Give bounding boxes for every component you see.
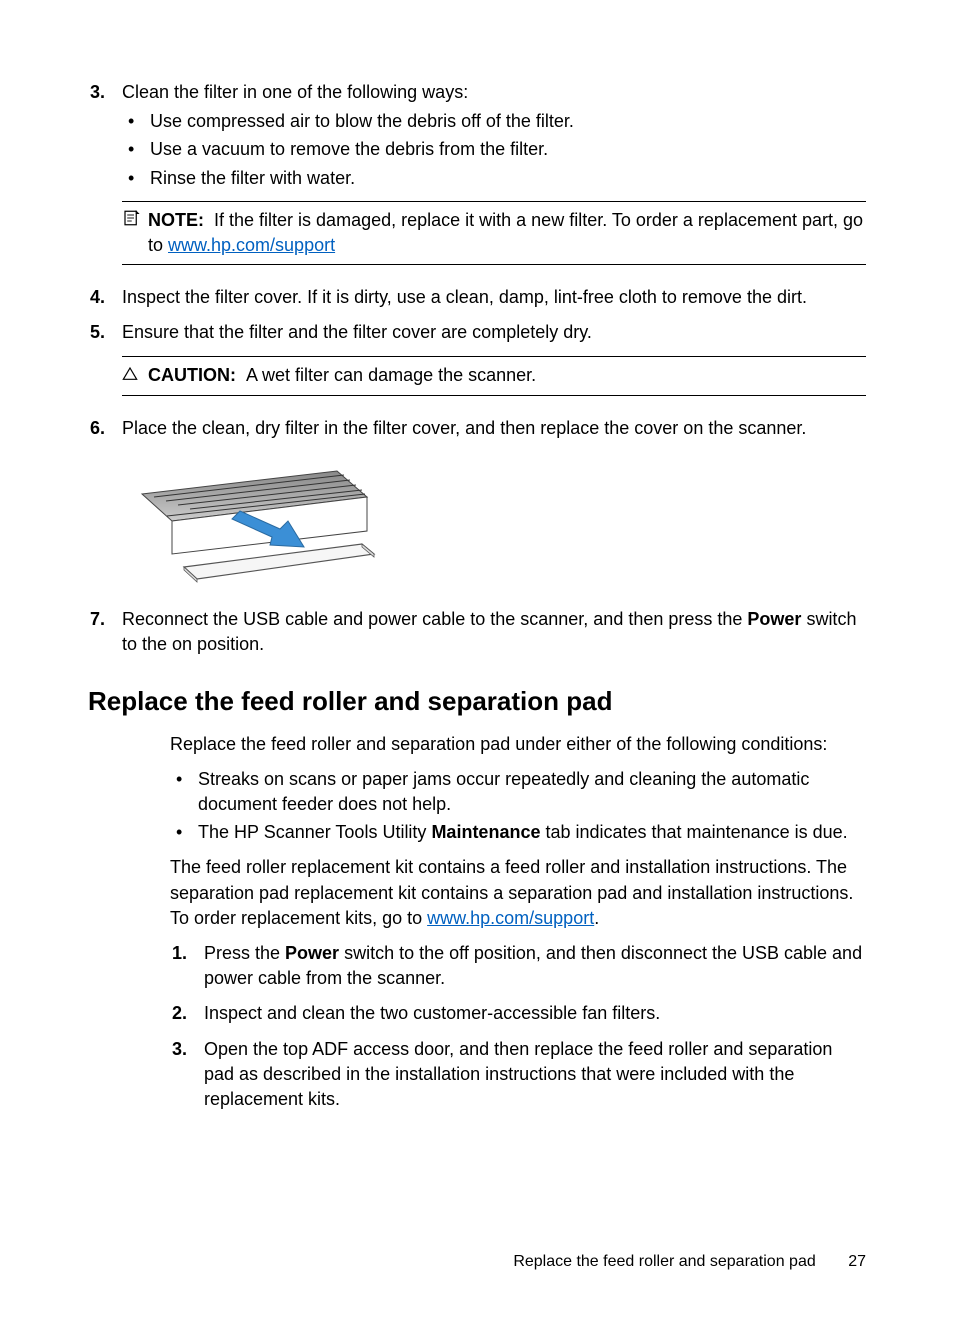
support-link[interactable]: www.hp.com/support <box>427 908 594 928</box>
step-4: 4. Inspect the filter cover. If it is di… <box>88 285 866 310</box>
condition-bullets: •Streaks on scans or paper jams occur re… <box>170 767 866 846</box>
bullet-bold: Maintenance <box>431 822 540 842</box>
footer-page-number: 27 <box>848 1253 866 1270</box>
step-number: 3. <box>88 80 122 105</box>
sec-step-3: 3. Open the top ADF access door, and the… <box>170 1037 866 1113</box>
bullet-dot: • <box>170 820 198 845</box>
kit-paragraph: The feed roller replacement kit contains… <box>170 855 866 931</box>
procedure-list-top: 3. Clean the filter in one of the follow… <box>88 80 866 657</box>
step-3: 3. Clean the filter in one of the follow… <box>88 80 866 275</box>
bullet-before: The HP Scanner Tools Utility <box>198 822 431 842</box>
sub-bullets: •Use compressed air to blow the debris o… <box>122 109 866 191</box>
step-text: Clean the filter in one of the following… <box>122 82 468 102</box>
bullet-text: Use compressed air to blow the debris of… <box>150 109 574 134</box>
step-number: 1. <box>170 941 204 966</box>
page-footer: Replace the feed roller and separation p… <box>513 1251 866 1273</box>
bullet-after: tab indicates that maintenance is due. <box>540 822 847 842</box>
step-number: 2. <box>170 1001 204 1026</box>
step-text: Open the top ADF access door, and then r… <box>204 1039 832 1109</box>
step-text: Inspect and clean the two customer-acces… <box>204 1003 660 1023</box>
bullet-dot: • <box>122 109 150 134</box>
support-link[interactable]: www.hp.com/support <box>168 235 335 255</box>
para-after: . <box>594 908 599 928</box>
step-number: 4. <box>88 285 122 310</box>
step-bold: Power <box>285 943 339 963</box>
caution-text: A wet filter can damage the scanner. <box>246 365 536 385</box>
sec-step-2: 2. Inspect and clean the two customer-ac… <box>170 1001 866 1026</box>
step-text: Ensure that the filter and the filter co… <box>122 322 592 342</box>
filter-cover-figure <box>122 459 866 589</box>
section-heading: Replace the feed roller and separation p… <box>88 683 866 719</box>
step-before: Press the <box>204 943 285 963</box>
step-6: 6. Place the clean, dry filter in the fi… <box>88 416 866 589</box>
caution-callout: CAUTION: A wet filter can damage the sca… <box>122 356 866 396</box>
step-number: 3. <box>170 1037 204 1062</box>
step-5: 5. Ensure that the filter and the filter… <box>88 320 866 405</box>
step-number: 7. <box>88 607 122 632</box>
bullet-dot: • <box>170 767 198 792</box>
section-intro: Replace the feed roller and separation p… <box>170 732 866 757</box>
bullet-text: Streaks on scans or paper jams occur rep… <box>198 767 866 817</box>
section-steps: 1. Press the Power switch to the off pos… <box>170 941 866 1112</box>
note-callout: NOTE: If the filter is damaged, replace … <box>122 201 866 265</box>
bullet-dot: • <box>122 166 150 191</box>
sec-step-1: 1. Press the Power switch to the off pos… <box>170 941 866 991</box>
bullet-text: Rinse the filter with water. <box>150 166 355 191</box>
step-number: 5. <box>88 320 122 345</box>
footer-title: Replace the feed roller and separation p… <box>513 1253 815 1270</box>
step-number: 6. <box>88 416 122 441</box>
note-label: NOTE: <box>148 210 204 230</box>
document-page: 3. Clean the filter in one of the follow… <box>0 0 954 1321</box>
bullet-dot: • <box>122 137 150 162</box>
section-body: Replace the feed roller and separation p… <box>170 732 866 1112</box>
step-text: Place the clean, dry filter in the filte… <box>122 418 806 438</box>
step-bold: Power <box>747 609 801 629</box>
note-icon <box>122 208 148 234</box>
step-7: 7. Reconnect the USB cable and power cab… <box>88 607 866 657</box>
caution-label: CAUTION: <box>148 365 236 385</box>
caution-icon <box>122 363 148 389</box>
step-text-before: Reconnect the USB cable and power cable … <box>122 609 747 629</box>
bullet-text: Use a vacuum to remove the debris from t… <box>150 137 548 162</box>
step-text: Inspect the filter cover. If it is dirty… <box>122 287 807 307</box>
